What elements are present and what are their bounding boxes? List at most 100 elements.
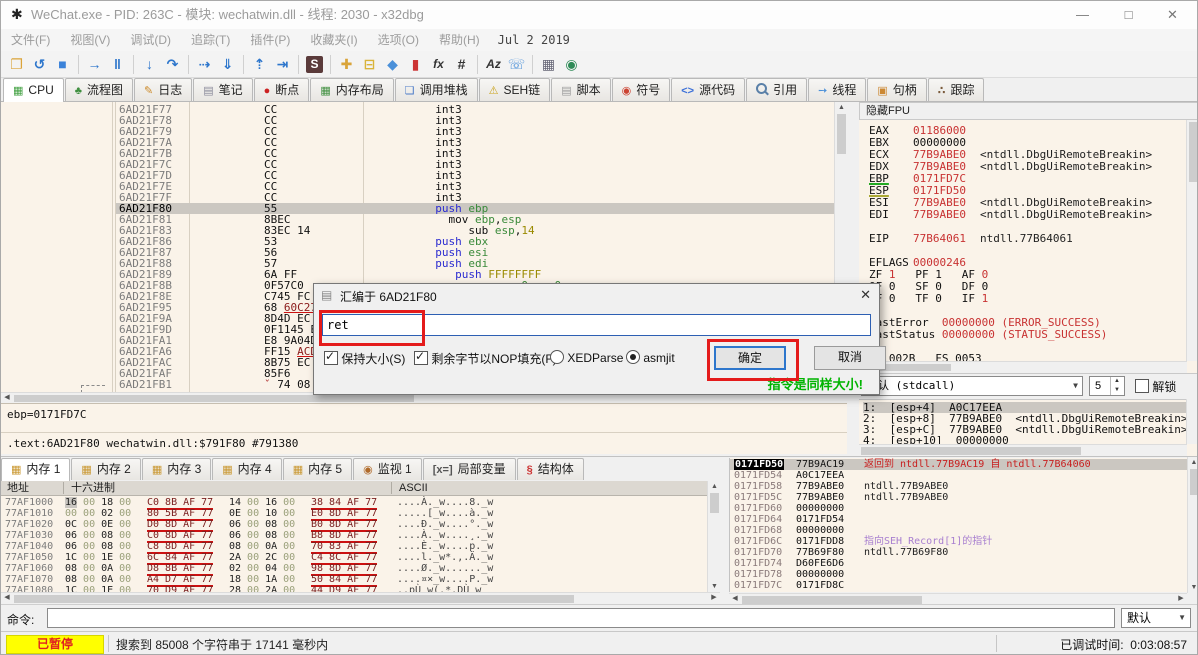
title-bar[interactable]: ✱ WeChat.exe - PID: 263C - 模块: wechatwin… (1, 1, 1197, 30)
scroll-thumb[interactable] (14, 595, 574, 603)
unlock-checkbox[interactable]: 解锁 (1135, 378, 1176, 395)
cancel-button[interactable]: 取消 (814, 346, 886, 370)
dump-row[interactable]: 77AF10801C001E0070D9AF7728002A0044D9AF77… (1, 585, 707, 592)
stack-row[interactable]: 0171FD6C0171FDD8指向SEH_Record[1]的指针 (730, 536, 1188, 547)
stack-row[interactable]: 0171FD7C0171FD8C (730, 580, 1188, 591)
arguments-vertical-scrollbar[interactable] (1186, 399, 1198, 444)
step-over-icon[interactable]: ↷ (161, 53, 184, 76)
tab-locals[interactable]: [x=]局部变量 (423, 458, 516, 480)
dialog-title-bar[interactable]: ▤ 汇编于 6AD21F80 ✕ (314, 284, 879, 308)
radio-selected-icon[interactable] (626, 350, 640, 364)
bookmarks-icon[interactable]: ▮ (404, 53, 427, 76)
register-row[interactable]: CF 0 TF 0 IF 1 (869, 293, 988, 305)
dump-row[interactable]: 77AF104006000800C88DAF7708000A007083AF77… (1, 541, 707, 552)
argument-count-stepper[interactable]: 5 ▲▼ (1089, 376, 1125, 396)
tab-source[interactable]: <>源代码 (671, 78, 745, 101)
instruction-input[interactable] (322, 314, 871, 336)
dialog-close-icon[interactable]: ✕ (860, 287, 871, 303)
scroll-thumb[interactable] (1189, 122, 1197, 182)
ok-button[interactable]: 确定 (714, 346, 786, 370)
stack-row[interactable]: 0171FD640171FD54 (730, 514, 1188, 525)
hide-fpu-button[interactable]: 隐藏FPU (859, 102, 1198, 120)
minimize-button[interactable]: — (1060, 1, 1105, 29)
scroll-thumb[interactable] (710, 493, 719, 513)
menu-item[interactable]: 选项(O) (368, 29, 429, 51)
checkbox-checked-icon[interactable] (324, 351, 338, 365)
step-into-icon[interactable]: ↓ (138, 53, 161, 76)
tab-notes[interactable]: ▤笔记 (193, 78, 252, 101)
checkbox-checked-icon[interactable] (414, 351, 428, 365)
labels-icon[interactable]: ◆ (381, 53, 404, 76)
main-splitter[interactable] (847, 102, 859, 456)
menu-item[interactable]: 调试(D) (120, 29, 181, 51)
globe-icon[interactable]: ◉ (560, 53, 583, 76)
tab-breakpoints[interactable]: ●断点 (254, 78, 310, 101)
open-file-icon[interactable]: ❐ (5, 53, 28, 76)
registers-horizontal-scrollbar[interactable] (859, 361, 1187, 373)
execute-till-return-icon[interactable]: ⇓ (216, 53, 239, 76)
menu-item[interactable]: 收藏夹(I) (300, 29, 367, 51)
register-row[interactable]: EDX77B9ABE0<ntdll.DbgUiRemoteBreakin> (869, 161, 1152, 173)
register-row[interactable]: LastStatus 00000000 (STATUS_SUCCESS) (869, 329, 1107, 341)
menu-item[interactable]: 追踪(T) (181, 29, 240, 51)
run-icon[interactable]: → (83, 53, 106, 76)
stack-row[interactable]: 0171FD5077B9AC19返回到 ntdll.77B9AC19 自 ntd… (730, 459, 1188, 470)
menu-item[interactable]: 帮助(H) (429, 29, 490, 51)
hash-icon[interactable]: # (450, 53, 473, 76)
registers-vertical-scrollbar[interactable] (1186, 120, 1198, 361)
register-row[interactable]: EIP77B64061ntdll.77B64061 (869, 233, 1073, 245)
tab-handles[interactable]: ▣句柄 (867, 78, 926, 101)
comments-icon[interactable]: ⊟ (358, 53, 381, 76)
fill-nop-checkbox[interactable]: 剩余字节以NOP填充(F) (414, 350, 557, 367)
step-out-icon[interactable]: ⇡ (248, 53, 271, 76)
dump-row[interactable]: 77AF101000000200805BAF770E001000E08DAF77… (1, 508, 707, 519)
tab-trace[interactable]: ∴跟踪 (928, 78, 985, 101)
scroll-down-arrow[interactable]: ▼ (708, 581, 721, 592)
calculator-icon[interactable]: ▦ (537, 53, 560, 76)
tab-threads[interactable]: ➙线程 (808, 78, 866, 101)
scroll-down-arrow[interactable]: ▼ (1188, 582, 1198, 593)
tab-dump-4[interactable]: ▦内存 4 (212, 458, 281, 480)
stepper-arrows[interactable]: ▲▼ (1110, 377, 1123, 395)
text-encoding-icon[interactable]: Az (482, 53, 505, 76)
scroll-thumb[interactable] (861, 447, 1081, 455)
dump-row[interactable]: 77AF10501C001E006C84AF772A002C00C48CAF77… (1, 552, 707, 563)
memory-dump[interactable]: 77AF100016001800C08BAF77140016003884AF77… (1, 496, 707, 592)
scroll-thumb[interactable] (742, 596, 922, 604)
functions-icon[interactable]: fx (427, 53, 450, 76)
tab-references[interactable]: 引用 (746, 78, 807, 101)
tab-dump-3[interactable]: ▦内存 3 (142, 458, 211, 480)
calling-convention-select[interactable]: 默认 (stdcall) ▼ (861, 376, 1083, 396)
tab-symbols[interactable]: ◉符号 (612, 78, 671, 101)
restart-icon[interactable]: ↺ (28, 53, 51, 76)
scylla-icon[interactable]: S (306, 56, 323, 73)
tab-log[interactable]: ✎日志 (134, 78, 192, 101)
stack-row[interactable]: 0171FD7077B69F80ntdll.77B69F80 (730, 547, 1188, 558)
register-row[interactable]: EDI77B9ABE0<ntdll.DbgUiRemoteBreakin> (869, 209, 1152, 221)
stack-row[interactable]: 0171FD6800000000 (730, 525, 1188, 536)
tab-memory-map[interactable]: ▦内存布局 (310, 78, 393, 101)
asmjit-radio[interactable]: asmjit (626, 350, 675, 365)
tab-dump-1[interactable]: ▦内存 1 (1, 458, 70, 481)
tab-graph[interactable]: ♣流程图 (65, 78, 133, 101)
dump-row[interactable]: 77AF106008000A00D88BAF7702000400988DAF77… (1, 563, 707, 574)
scroll-thumb[interactable] (14, 395, 414, 402)
scroll-up-arrow[interactable]: ▲ (1188, 457, 1198, 468)
stack-view[interactable]: 0171FD5077B9AC19返回到 ntdll.77B9AC19 自 ntd… (729, 458, 1188, 592)
stack-row[interactable]: 0171FD74D60FE6D6 (730, 558, 1188, 569)
tab-cpu[interactable]: ▦CPU (3, 78, 64, 102)
tab-call-stack[interactable]: ❏调用堆栈 (395, 78, 478, 101)
stack-row[interactable]: 0171FD5877B9ABE0ntdll.77B9ABE0 (730, 481, 1188, 492)
stack-row[interactable]: 0171FD6000000000 (730, 503, 1188, 514)
checkbox-icon[interactable] (1135, 379, 1149, 393)
menu-item[interactable]: 视图(V) (60, 29, 120, 51)
tab-dump-5[interactable]: ▦内存 5 (283, 458, 352, 480)
scroll-up-arrow[interactable]: ▲ (708, 481, 721, 492)
keep-size-checkbox[interactable]: 保持大小(S) (324, 350, 405, 367)
menu-item[interactable]: 文件(F) (1, 29, 60, 51)
scroll-thumb[interactable] (1190, 469, 1198, 495)
stack-row[interactable]: 0171FD54A0C17EEA (730, 470, 1188, 481)
xedparse-radio[interactable]: XEDParse (550, 350, 623, 365)
scroll-thumb[interactable] (837, 114, 846, 154)
menu-item[interactable]: 插件(P) (240, 29, 300, 51)
